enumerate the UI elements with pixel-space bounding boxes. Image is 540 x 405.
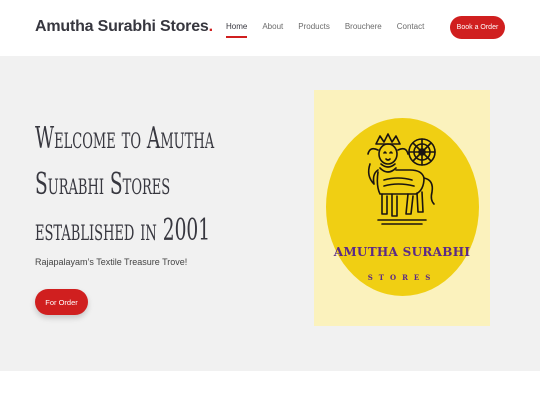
next-section-strip [0,371,540,405]
hero-title: Welcome to Amutha Surabhi Stores establi… [35,116,215,254]
hero-subtitle: Rajapalayam’s Textile Treasure Trove! [35,257,188,267]
logo-text-main: AMUTHA SURABHI [333,245,471,259]
nav-home[interactable]: Home [226,22,248,38]
nav-products[interactable]: Products [298,22,330,38]
store-logo-image: AMUTHA SURABHI STORES [314,90,490,326]
nav-brouchere[interactable]: Brouchere [345,22,382,38]
logo-text-sub: STORES [367,273,437,282]
hero-title-line: Welcome to Amutha [35,121,215,156]
hero-title-line: Surabhi Stores [35,167,171,202]
book-order-button[interactable]: Book a Order [450,16,505,39]
brand-dot: . [208,18,213,35]
brand-logo-text[interactable]: Amutha Surabhi Stores. [35,18,213,36]
nav-contact[interactable]: Contact [397,22,425,38]
hero-section: Welcome to Amutha Surabhi Stores establi… [0,56,540,371]
main-nav: Home About Products Brouchere Contact [226,22,439,38]
hero-title-line: established in 2001 [35,213,211,248]
brand-name: Amutha Surabhi Stores [35,18,209,35]
site-header: Amutha Surabhi Stores. Home About Produc… [0,0,540,56]
kamadhenu-cow-icon [367,133,436,225]
nav-about[interactable]: About [262,22,283,38]
for-order-button[interactable]: For Order [35,289,88,315]
